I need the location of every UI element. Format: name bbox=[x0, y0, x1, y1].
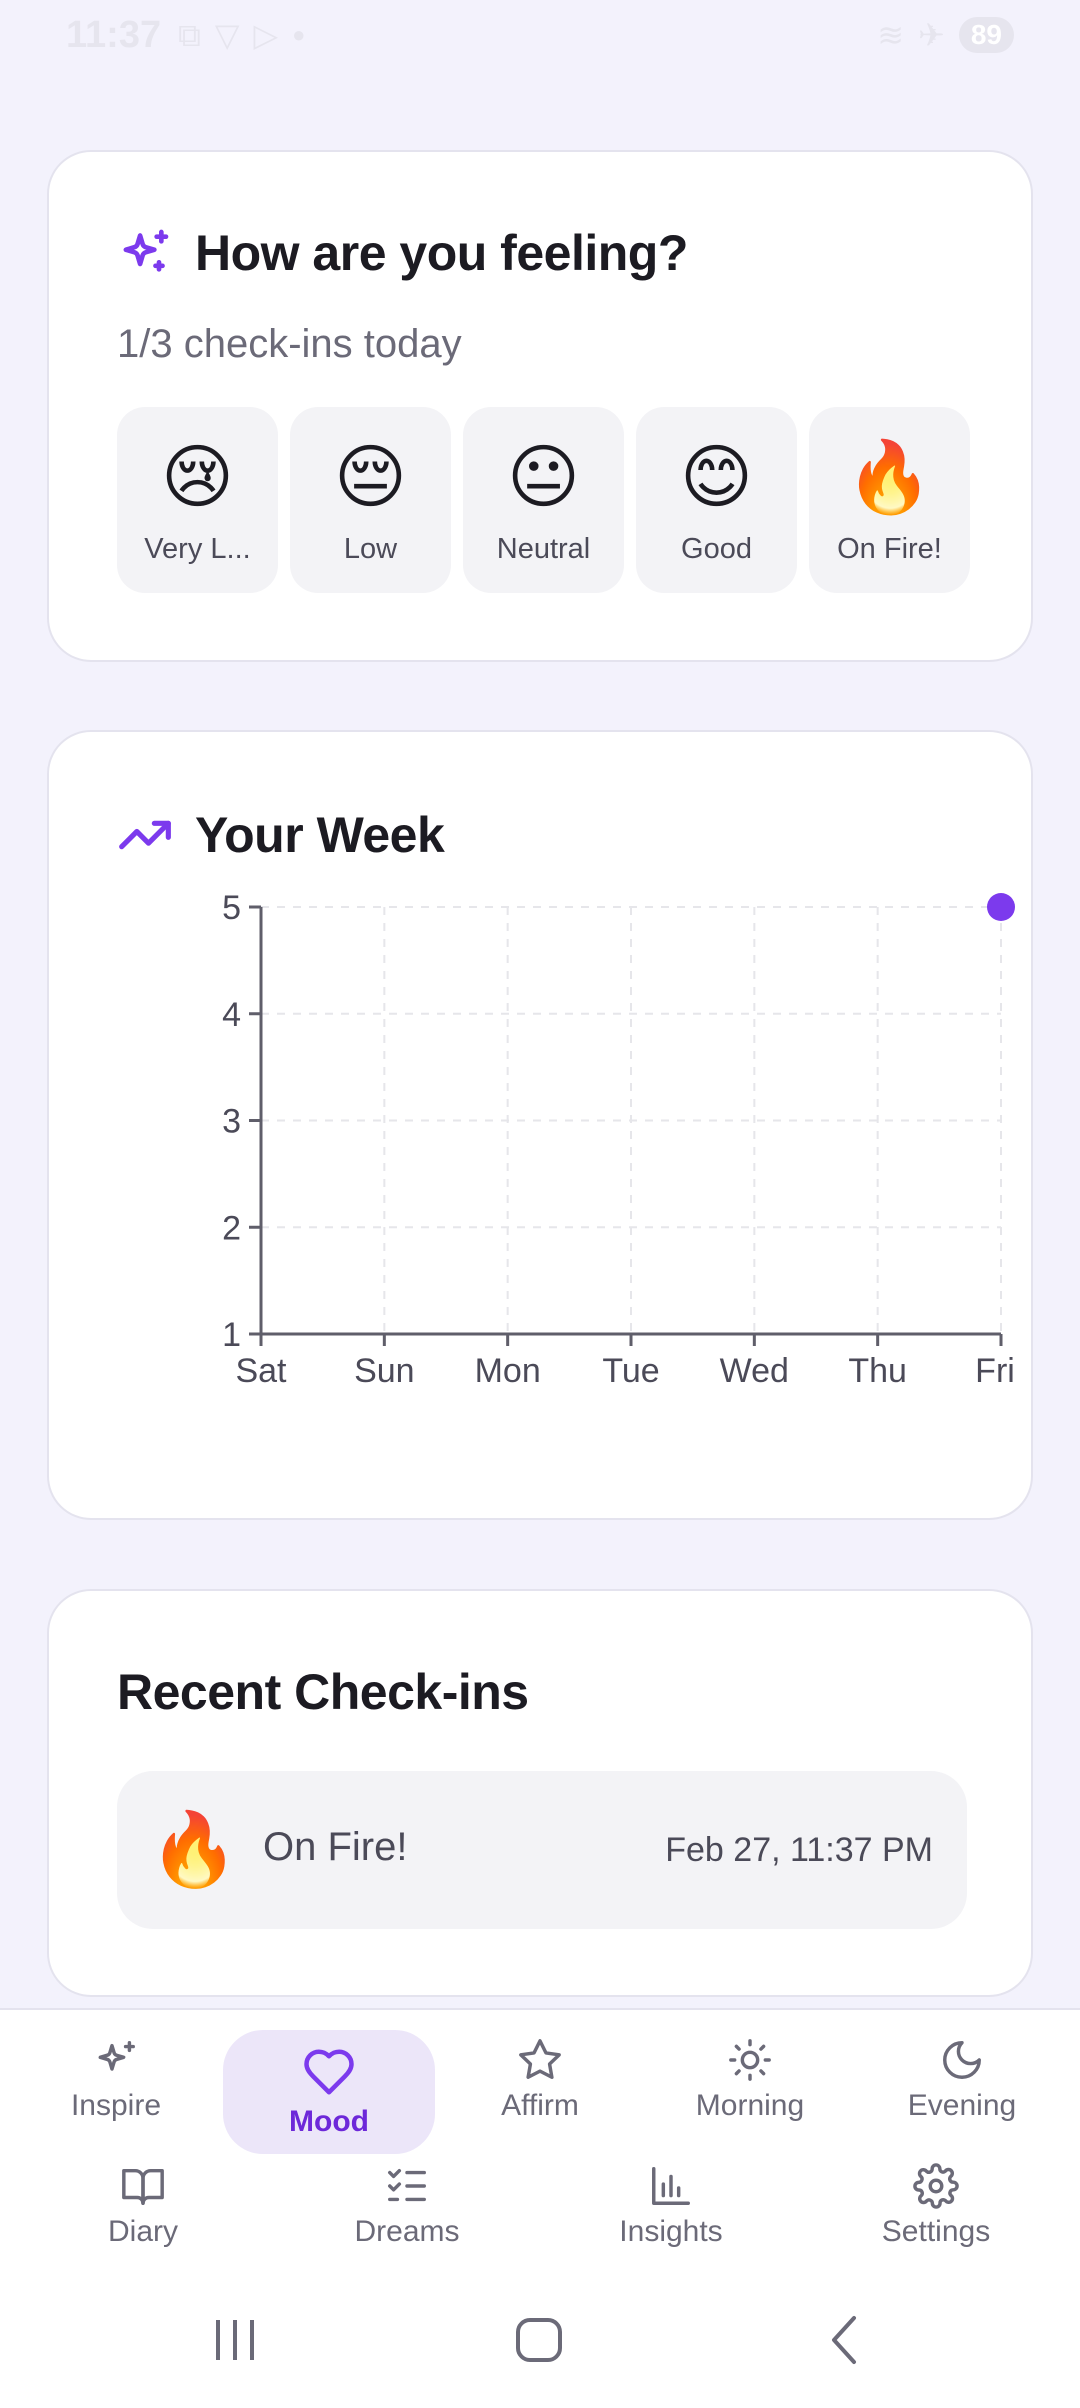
nav-label: Dreams bbox=[354, 2215, 460, 2248]
status-system-icons: ≋ ✈ 89 bbox=[877, 16, 1014, 54]
y-tick-label: 5 bbox=[222, 889, 241, 927]
y-tick-label: 4 bbox=[222, 996, 241, 1034]
crying-face-icon: 😢 bbox=[161, 438, 234, 516]
week-card-header: Your Week bbox=[117, 806, 445, 864]
nav-item-mood[interactable]: Mood bbox=[223, 2030, 435, 2154]
mood-options: 😢 Very L... 😔 Low 😐 Neutral 😊 Good 🔥 On … bbox=[117, 407, 970, 593]
nav-item-settings[interactable]: Settings bbox=[866, 2150, 1006, 2262]
x-tick-label: Sun bbox=[354, 1352, 415, 1390]
checkins-count: 1/3 check-ins today bbox=[117, 322, 462, 366]
bar-chart-icon bbox=[652, 2167, 690, 2205]
x-tick-label: Fri bbox=[975, 1352, 1015, 1390]
sparkles-icon bbox=[123, 229, 169, 272]
x-tick-label: Sat bbox=[235, 1352, 287, 1390]
nav-label: Settings bbox=[881, 2215, 991, 2248]
screenshot-icon: ⧉ bbox=[178, 17, 201, 53]
week-mood-chart: 1 2 3 4 5 Sat Sun Mon Tue Wed Thu Fri bbox=[222, 889, 1015, 1390]
recent-checkin-item[interactable]: 🔥 On Fire! Feb 27, 11:37 PM bbox=[117, 1771, 967, 1929]
fire-icon: 🔥 bbox=[149, 1810, 239, 1890]
mood-card-header: How are you feeling? bbox=[117, 224, 688, 282]
x-tick-label: Thu bbox=[848, 1352, 907, 1390]
nav-label: Insights bbox=[619, 2215, 723, 2248]
nav-item-dreams[interactable]: Dreams bbox=[337, 2150, 477, 2262]
nav-label: Affirm bbox=[501, 2089, 579, 2122]
mood-option-low[interactable]: 😔 Low bbox=[290, 407, 451, 593]
x-tick-label: Wed bbox=[720, 1352, 789, 1390]
trending-up-icon bbox=[119, 820, 171, 850]
nav-row-primary: Inspire Mood Affirm Morning Evening bbox=[0, 2020, 1080, 2154]
nav-label: Morning bbox=[695, 2089, 805, 2122]
nav-label: Evening bbox=[907, 2089, 1017, 2122]
mood-option-very-low[interactable]: 😢 Very L... bbox=[117, 407, 278, 593]
nav-item-inspire[interactable]: Inspire bbox=[46, 2020, 186, 2140]
star-icon bbox=[519, 2039, 561, 2079]
status-notification-icons: ⧉ ▽ ▷ ● bbox=[178, 18, 305, 52]
moon-icon bbox=[943, 2041, 981, 2079]
nav-item-insights[interactable]: Insights bbox=[601, 2150, 741, 2262]
airplane-icon: ✈ bbox=[918, 17, 945, 53]
nav-label: Inspire bbox=[70, 2089, 162, 2122]
nav-item-diary[interactable]: Diary bbox=[73, 2150, 213, 2262]
sparkles-icon bbox=[98, 2041, 135, 2071]
dot-icon: ● bbox=[292, 22, 306, 47]
recent-checkin-mood: On Fire! bbox=[263, 1825, 408, 1869]
home-icon[interactable] bbox=[510, 2310, 570, 2370]
recent-card-title: Recent Check-ins bbox=[117, 1664, 529, 1720]
week-card-title: Your Week bbox=[195, 807, 445, 863]
sun-icon bbox=[729, 2039, 771, 2081]
recent-card-header: Recent Check-ins bbox=[117, 1663, 529, 1721]
recent-checkins-card: Recent Check-ins 🔥 On Fire! Feb 27, 11:3… bbox=[47, 1589, 1033, 1997]
mood-option-on-fire[interactable]: 🔥 On Fire! bbox=[809, 407, 970, 593]
mood-option-label: On Fire! bbox=[837, 533, 942, 565]
recent-apps-icon[interactable] bbox=[210, 2310, 260, 2370]
mood-card-title: How are you feeling? bbox=[195, 225, 688, 281]
mood-option-label: Good bbox=[681, 533, 752, 565]
status-bar: 11:37 ⧉ ▽ ▷ ● ≋ ✈ 89 bbox=[0, 0, 1080, 72]
back-icon[interactable] bbox=[820, 2310, 870, 2370]
heart-icon bbox=[304, 2049, 354, 2095]
status-time: 11:37 bbox=[66, 14, 162, 56]
mood-option-label: Neutral bbox=[496, 533, 591, 565]
nav-label: Diary bbox=[107, 2215, 178, 2248]
y-tick-label: 1 bbox=[222, 1316, 241, 1354]
wifi-icon: ≋ bbox=[877, 17, 905, 53]
neutral-face-icon: 😐 bbox=[507, 438, 580, 516]
recent-checkin-time: Feb 27, 11:37 PM bbox=[665, 1831, 933, 1869]
mood-option-good[interactable]: 😊 Good bbox=[636, 407, 797, 593]
nav-row-secondary: Diary Dreams Insights Settings bbox=[0, 2150, 1080, 2266]
x-tick-label: Mon bbox=[475, 1352, 541, 1390]
y-tick-label: 3 bbox=[222, 1103, 241, 1141]
shield-icon: ▽ bbox=[214, 17, 240, 53]
play-icon: ▷ bbox=[253, 17, 279, 53]
data-point[interactable] bbox=[987, 893, 1015, 921]
mood-checkin-card: How are you feeling? 1/3 check-ins today… bbox=[47, 150, 1033, 662]
pensive-face-icon: 😔 bbox=[334, 438, 407, 516]
nav-label: Mood bbox=[289, 2105, 369, 2138]
nav-item-evening[interactable]: Evening bbox=[892, 2020, 1032, 2140]
x-tick-label: Tue bbox=[602, 1352, 659, 1390]
y-tick-label: 2 bbox=[222, 1209, 241, 1247]
smiling-face-icon: 😊 bbox=[680, 438, 753, 516]
book-icon bbox=[122, 2168, 164, 2205]
battery-indicator: 89 bbox=[958, 17, 1014, 53]
gear-icon bbox=[913, 2163, 959, 2209]
mood-option-label: Low bbox=[343, 533, 398, 565]
week-chart-card: Your Week 1 2 3 4 5 Sat Sun Mon Tue Wed Thu Fri bbox=[47, 730, 1033, 1520]
mood-option-label: Very L... bbox=[144, 533, 251, 565]
mood-option-neutral[interactable]: 😐 Neutral bbox=[463, 407, 624, 593]
fire-icon: 🔥 bbox=[845, 438, 934, 516]
list-checks-icon bbox=[388, 2168, 426, 2202]
nav-item-morning[interactable]: Morning bbox=[680, 2020, 820, 2140]
nav-item-affirm[interactable]: Affirm bbox=[470, 2020, 610, 2140]
system-navigation-bar bbox=[0, 2290, 1080, 2390]
